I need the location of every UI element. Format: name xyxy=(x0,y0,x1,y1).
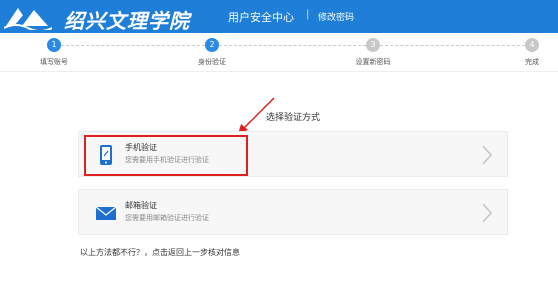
step-1-circle: 1 xyxy=(47,38,61,52)
step-3-label: 设置新密码 xyxy=(355,58,391,66)
page-title: 用户安全中心 xyxy=(228,11,294,24)
header-separator: | xyxy=(306,9,310,20)
step-2-label: 身份验证 xyxy=(198,58,226,66)
page-subtitle: 修改密码 xyxy=(318,13,355,23)
progress-steps: 1 2 3 4 填写账号 身份验证 设置新密码 完成 xyxy=(0,33,558,73)
step-4-label: 完成 xyxy=(525,58,539,66)
step-connector xyxy=(61,45,205,46)
back-to-previous-link[interactable]: 以上方法都不行？，点击返回上一步核对信息 xyxy=(80,247,240,258)
step-connector xyxy=(380,45,525,46)
step-connector xyxy=(219,45,366,46)
step-1-label: 填写账号 xyxy=(40,58,68,66)
step-2-circle: 2 xyxy=(205,38,219,52)
step-4-circle: 4 xyxy=(525,38,539,52)
annotation-highlight-box xyxy=(84,135,248,176)
option-title: 邮箱验证 xyxy=(125,201,157,210)
email-verify-option[interactable]: 邮箱验证 您需要用邮箱验证进行验证 xyxy=(78,189,508,235)
school-emblem-icon xyxy=(4,8,52,30)
top-header: 绍兴文理学院 用户安全中心 | 修改密码 xyxy=(0,0,558,33)
annotation-arrow-icon xyxy=(238,97,275,134)
chevron-right-icon xyxy=(482,203,493,223)
envelope-icon xyxy=(95,206,117,220)
chevron-right-icon xyxy=(482,145,493,165)
school-logo-text: 绍兴文理学院 xyxy=(64,9,190,33)
step-3-circle: 3 xyxy=(366,38,380,52)
section-divider xyxy=(0,71,558,72)
option-description: 您需要用邮箱验证进行验证 xyxy=(125,214,209,222)
